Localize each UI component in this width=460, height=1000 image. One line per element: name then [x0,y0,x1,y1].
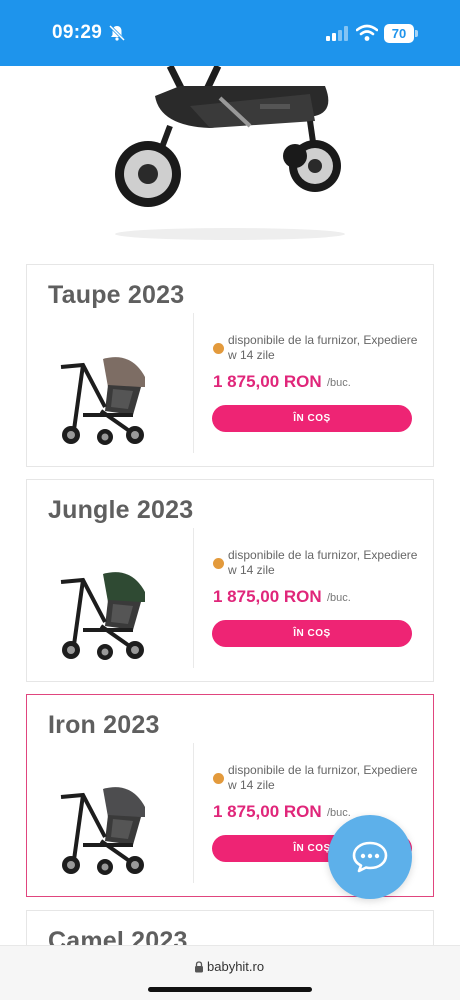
availability-text: disponibile de la furnizor, Expediere w … [228,763,418,792]
browser-url-bar[interactable]: babyhit.ro [0,945,460,1000]
status-bar: 09:29 70 [0,0,460,66]
product-image[interactable] [53,337,149,447]
availability-text: disponibile de la furnizor, Expediere w … [228,548,418,577]
battery-indicator: 70 [384,24,418,43]
product-price: 1 875,00 RON [213,587,322,606]
card-divider [193,743,194,883]
lock-icon [195,961,203,973]
chat-bubble-icon [352,841,388,873]
product-title[interactable]: Iron 2023 [48,711,160,740]
home-indicator[interactable] [148,987,312,992]
availability-text: disponibile de la furnizor, Expediere w … [228,333,418,362]
chat-button[interactable] [328,815,412,899]
product-price: 1 875,00 RON [213,802,322,821]
bell-slash-icon [108,24,126,42]
product-title[interactable]: Jungle 2023 [48,496,193,525]
add-to-cart-button[interactable]: ÎN COȘ [212,405,412,432]
price-unit: /buc. [327,807,351,819]
product-price: 1 875,00 RON [213,372,322,391]
status-time: 09:29 [52,22,103,43]
availability-status-icon [213,558,224,569]
battery-cap [415,30,418,37]
card-divider [193,313,194,453]
wifi-icon [356,24,378,41]
availability-status-icon [213,773,224,784]
product-image[interactable] [53,552,149,662]
product-card[interactable]: Taupe 2023 disponibile de la furnizor, E… [26,264,434,467]
hero-stroller-image [115,66,345,240]
product-card[interactable]: Jungle 2023 disponibile de la furnizor, … [26,479,434,682]
card-divider [193,528,194,668]
page: 09:29 70 Taupe 2023 disponibile de la fu… [0,0,460,1000]
add-to-cart-button[interactable]: ÎN COȘ [212,620,412,647]
price-unit: /buc. [327,377,351,389]
cellular-signal-icon [326,26,348,41]
product-image[interactable] [53,767,149,877]
price-unit: /buc. [327,592,351,604]
battery-level: 70 [384,24,414,43]
product-title[interactable]: Taupe 2023 [48,281,184,310]
availability-status-icon [213,343,224,354]
url-domain[interactable]: babyhit.ro [207,959,264,974]
